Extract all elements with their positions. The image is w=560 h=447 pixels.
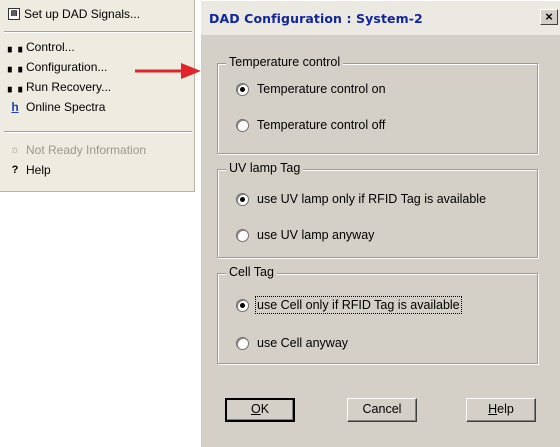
radio-button-icon [236,82,249,96]
cell-tag-group: Cell Tag use Cell only if RFID Tag is av… [217,265,538,364]
radio-label: use Cell only if RFID Tag is available [255,296,462,314]
group-label: Temperature control [226,55,344,69]
radio-label: use UV lamp only if RFID Tag is availabl… [257,192,487,206]
ok-button[interactable]: OK [225,398,295,422]
radio-cell-anyway[interactable]: use Cell anyway [236,336,348,350]
radio-label: use Cell anyway [257,336,349,350]
menu-item-online-spectra[interactable]: h Online Spectra [8,98,105,116]
menu-item-label: Set up DAD Signals... [24,7,141,21]
temperature-control-group: Temperature control Temperature control … [217,55,538,154]
close-icon: × [545,9,553,24]
menu-item-not-ready-information: ☼ Not Ready Information [8,141,146,159]
ok-label-rest: K [260,402,270,416]
group-label: Cell Tag [226,265,277,279]
dialog-title: DAD Configuration : System-2 [209,11,423,26]
help-label-rest: elp [497,402,514,416]
radio-label: Temperature control off [257,118,386,132]
group-label: UV lamp Tag [226,161,304,175]
help-icon: ? [11,164,19,176]
help-button[interactable]: Help [466,398,536,422]
radio-button-icon [236,336,249,350]
cancel-label: Cancel [362,402,402,416]
radio-temperature-control-on[interactable]: Temperature control on [236,82,386,96]
online-spectra-icon: h [11,100,19,114]
radio-label: use UV lamp anyway [257,228,375,242]
menu-separator [4,31,192,33]
menu-item-help[interactable]: ? Help [8,161,51,179]
menu-separator [4,131,192,133]
signals-icon: ▤ [8,8,20,20]
menu-item-setup-dad-signals[interactable]: ▤ Set up DAD Signals... [8,5,140,23]
red-arrow-icon [135,63,201,79]
configuration-icon: ▖▗ [8,62,22,72]
dad-configuration-dialog: DAD Configuration : System-2 × Temperatu… [200,0,560,447]
run-recovery-icon: ▖▗ [8,82,22,92]
radio-uv-lamp-only-if-rfid[interactable]: use UV lamp only if RFID Tag is availabl… [236,192,486,206]
menu-item-control[interactable]: ▖▗ Control... [8,38,75,56]
radio-label: Temperature control on [257,82,386,96]
menu-item-label: Run Recovery... [26,80,112,94]
radio-button-icon [236,118,249,132]
title-bar: DAD Configuration : System-2 × [201,1,560,35]
menu-item-label: Control... [26,40,75,54]
menu-item-label: Not Ready Information [26,143,147,157]
context-menu: ▤ Set up DAD Signals... ▖▗ Control... ▖▗… [0,0,195,192]
not-ready-icon: ☼ [9,144,21,156]
radio-cell-only-if-rfid[interactable]: use Cell only if RFID Tag is available [236,296,462,314]
radio-button-icon [236,228,249,242]
menu-item-run-recovery[interactable]: ▖▗ Run Recovery... [8,78,111,96]
radio-button-icon [236,298,249,312]
radio-temperature-control-off[interactable]: Temperature control off [236,118,385,132]
control-icon: ▖▗ [8,42,22,52]
close-button[interactable]: × [540,9,558,25]
cancel-button[interactable]: Cancel [347,398,417,422]
uv-lamp-tag-group: UV lamp Tag use UV lamp only if RFID Tag… [217,161,538,258]
radio-uv-lamp-anyway[interactable]: use UV lamp anyway [236,228,374,242]
help-mnemonic: H [488,402,498,416]
menu-item-label: Configuration... [26,60,108,74]
menu-item-configuration[interactable]: ▖▗ Configuration... [8,58,107,76]
menu-item-label: Online Spectra [26,100,106,114]
radio-button-icon [236,192,249,206]
menu-item-label: Help [26,163,51,177]
ok-mnemonic: O [250,402,261,416]
